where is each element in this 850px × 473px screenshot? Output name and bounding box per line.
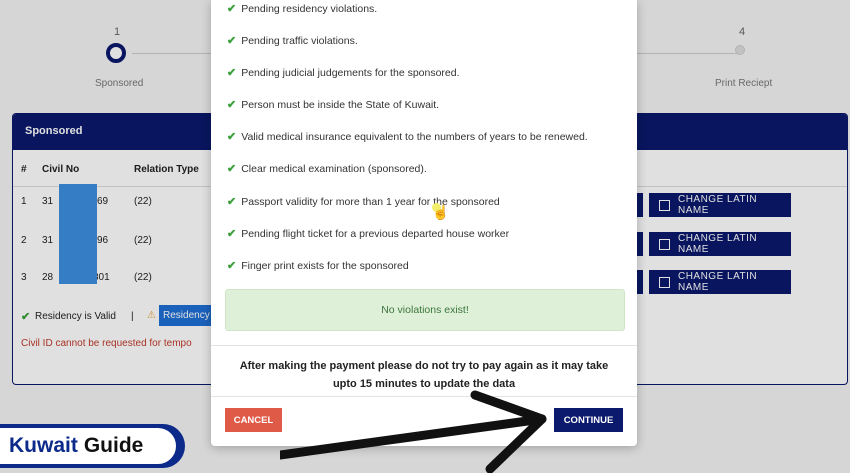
check-text: Finger print exists for the sponsored <box>241 259 409 272</box>
check-item: ✔ Valid medical insurance equivalent to t… <box>227 130 588 144</box>
kuwait-guide-logo: Kuwait Guide <box>0 424 185 468</box>
check-icon: ✔ <box>227 163 237 175</box>
check-icon: ✔ <box>227 260 237 272</box>
check-text: Pending flight ticket for a previous dep… <box>241 227 510 240</box>
check-icon: ✔ <box>227 67 237 79</box>
check-item: ✔ Passport validity for more than 1 year … <box>227 195 500 209</box>
check-icon: ✔ <box>227 35 237 47</box>
check-text: Pending judicial judgements for the spon… <box>241 66 460 79</box>
modal-divider <box>211 345 637 346</box>
logo-word-kuwait: Kuwait <box>9 434 78 457</box>
check-text: Pending residency violations. <box>241 2 378 15</box>
check-text: Pending traffic violations. <box>241 34 358 47</box>
pointer-arrow-icon <box>280 390 547 473</box>
check-item: ✔ Pending flight ticket for a previous de… <box>227 227 510 241</box>
check-icon: ✔ <box>227 228 237 240</box>
check-icon: ✔ <box>227 3 237 15</box>
check-item: ✔ Pending judicial judgements for the spo… <box>227 66 460 80</box>
no-violations-alert: No violations exist! <box>225 289 625 331</box>
requirements-modal: ✔ Pending residency violations. ✔ Pending … <box>211 0 637 446</box>
check-text: Clear medical examination (sponsored). <box>241 162 427 175</box>
cancel-button[interactable]: CANCEL <box>225 408 282 432</box>
check-item: ✔ Pending traffic violations. <box>227 34 358 48</box>
check-item: ✔ Finger print exists for the sponsored <box>227 259 409 273</box>
check-icon: ✔ <box>227 131 237 143</box>
check-icon: ✔ <box>227 196 237 208</box>
logo-word-guide: Guide <box>83 434 144 457</box>
check-item: ✔ Clear medical examination (sponsored). <box>227 162 427 176</box>
check-text: Passport validity for more than 1 year f… <box>241 195 500 208</box>
logo-text: Kuwait Guide <box>0 428 176 464</box>
hand-cursor-icon: ☝ <box>432 204 450 220</box>
check-text: Valid medical insurance equivalent to th… <box>241 130 588 143</box>
check-item: ✔ Pending residency violations. <box>227 2 378 16</box>
check-text: Person must be inside the State of Kuwai… <box>241 98 440 111</box>
check-icon: ✔ <box>227 99 237 111</box>
check-item: ✔ Person must be inside the State of Kuwa… <box>227 98 440 112</box>
